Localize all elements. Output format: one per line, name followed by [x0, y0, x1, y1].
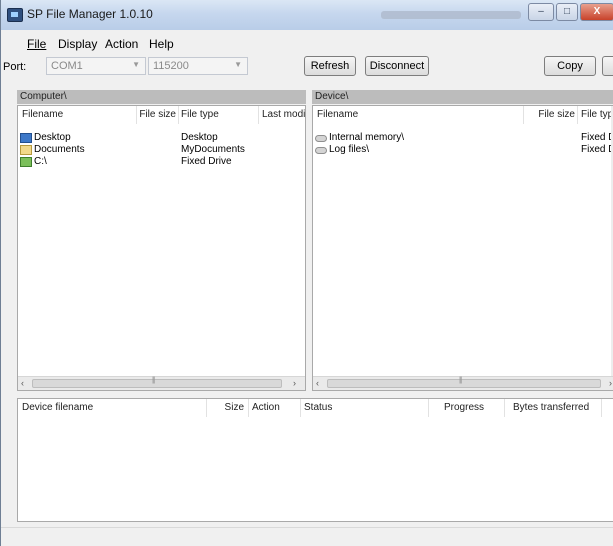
baud-select[interactable]: 115200 ▼ [148, 57, 248, 75]
port-select[interactable]: COM1 ▼ [46, 57, 146, 75]
port-label: Port: [3, 61, 27, 73]
list-item[interactable]: C:\ Fixed Drive [18, 156, 305, 168]
column-header-filename[interactable]: Filename [317, 106, 517, 124]
scroll-left-icon[interactable]: ‹ [21, 378, 24, 388]
file-type: MyDocuments [181, 144, 245, 155]
column-header-bytes-transferred[interactable]: Bytes transferred [513, 399, 603, 417]
horizontal-scrollbar[interactable]: ‹ › [313, 376, 613, 390]
close-button[interactable]: X [580, 3, 613, 21]
column-divider[interactable] [523, 106, 524, 124]
column-header-file-type[interactable]: File type [581, 106, 613, 124]
chevron-down-icon: ▼ [234, 60, 242, 69]
file-name: Desktop [34, 132, 71, 143]
column-divider[interactable] [258, 106, 259, 124]
column-header-action[interactable]: Action [252, 399, 302, 417]
drive-icon [20, 157, 32, 167]
port-value: COM1 [51, 60, 83, 72]
column-divider[interactable] [178, 106, 179, 124]
documents-folder-icon [20, 145, 32, 155]
column-header-device-filename[interactable]: Device filename [22, 399, 182, 417]
computer-path-header: Computer\ [17, 90, 306, 104]
menu-file[interactable]: File [27, 37, 46, 51]
title-bar[interactable]: SP File Manager 1.0.10 – □ X [1, 0, 613, 30]
status-bar [1, 527, 613, 546]
scroll-right-icon[interactable]: › [293, 378, 296, 388]
minimize-button[interactable]: – [528, 3, 554, 21]
menu-bar: File Display Action Help [1, 34, 613, 52]
column-header-status[interactable]: Status [304, 399, 364, 417]
device-path-header: Device\ [312, 90, 613, 104]
menu-help[interactable]: Help [149, 37, 174, 51]
device-drive-icon [315, 135, 327, 142]
scroll-left-icon[interactable]: ‹ [316, 378, 319, 388]
title-bar-blur [381, 11, 521, 19]
column-divider[interactable] [577, 106, 578, 124]
disconnect-button[interactable]: Disconnect [365, 56, 429, 76]
scrollbar-thumb[interactable] [327, 377, 601, 388]
refresh-button[interactable]: Refresh [304, 56, 356, 76]
column-divider[interactable] [504, 399, 505, 417]
scrollbar-thumb[interactable] [32, 377, 282, 388]
column-divider[interactable] [428, 399, 429, 417]
file-type: Fixed Driv [581, 144, 613, 155]
column-divider[interactable] [300, 399, 301, 417]
device-file-list[interactable]: Filename File size File type Internal me… [312, 105, 613, 391]
list-item[interactable]: Documents MyDocuments [18, 144, 305, 156]
secondary-toolbar-button[interactable] [602, 56, 613, 76]
column-header-size[interactable]: Size [206, 399, 244, 417]
transfer-queue-list[interactable]: Device filename Size Action Status Progr… [17, 398, 613, 522]
copy-button[interactable]: Copy [544, 56, 596, 76]
baud-value: 115200 [153, 60, 189, 72]
toolbar: Port: COM1 ▼ 115200 ▼ Refresh Disconnect… [1, 56, 613, 82]
device-drive-icon [315, 147, 327, 154]
column-divider[interactable] [601, 399, 602, 417]
file-name: Internal memory\ [329, 132, 405, 143]
file-name: Log files\ [329, 144, 370, 155]
column-header-file-type[interactable]: File type [181, 106, 251, 124]
chevron-down-icon: ▼ [132, 60, 140, 69]
menu-action[interactable]: Action [105, 37, 138, 51]
column-header-progress[interactable]: Progress [432, 399, 484, 417]
horizontal-scrollbar[interactable]: ‹ › [18, 376, 305, 390]
file-type: Fixed Driv [581, 132, 613, 143]
app-window: SP File Manager 1.0.10 – □ X File Displa… [0, 0, 613, 546]
column-header-file-size[interactable]: File size [138, 106, 176, 124]
file-type: Desktop [181, 132, 218, 143]
file-type: Fixed Drive [181, 156, 232, 167]
desktop-icon [20, 133, 32, 143]
app-icon [7, 8, 23, 22]
column-header-file-size[interactable]: File size [527, 106, 575, 124]
column-divider[interactable] [136, 106, 137, 124]
column-header-filename[interactable]: Filename [22, 106, 132, 124]
column-header-last-modified[interactable]: Last modif [262, 106, 305, 124]
maximize-button[interactable]: □ [556, 3, 578, 21]
list-item[interactable]: Log files\ Fixed Driv [313, 144, 613, 156]
column-divider[interactable] [248, 399, 249, 417]
scroll-right-icon[interactable]: › [609, 378, 612, 388]
computer-file-list[interactable]: Filename File size File type Last modif … [17, 105, 306, 391]
window-title: SP File Manager 1.0.10 [27, 7, 153, 21]
list-item[interactable]: Internal memory\ Fixed Driv [313, 132, 613, 144]
file-name: Documents [34, 144, 85, 155]
menu-display[interactable]: Display [58, 37, 97, 51]
list-item[interactable]: Desktop Desktop [18, 132, 305, 144]
file-name: C:\ [34, 156, 47, 167]
